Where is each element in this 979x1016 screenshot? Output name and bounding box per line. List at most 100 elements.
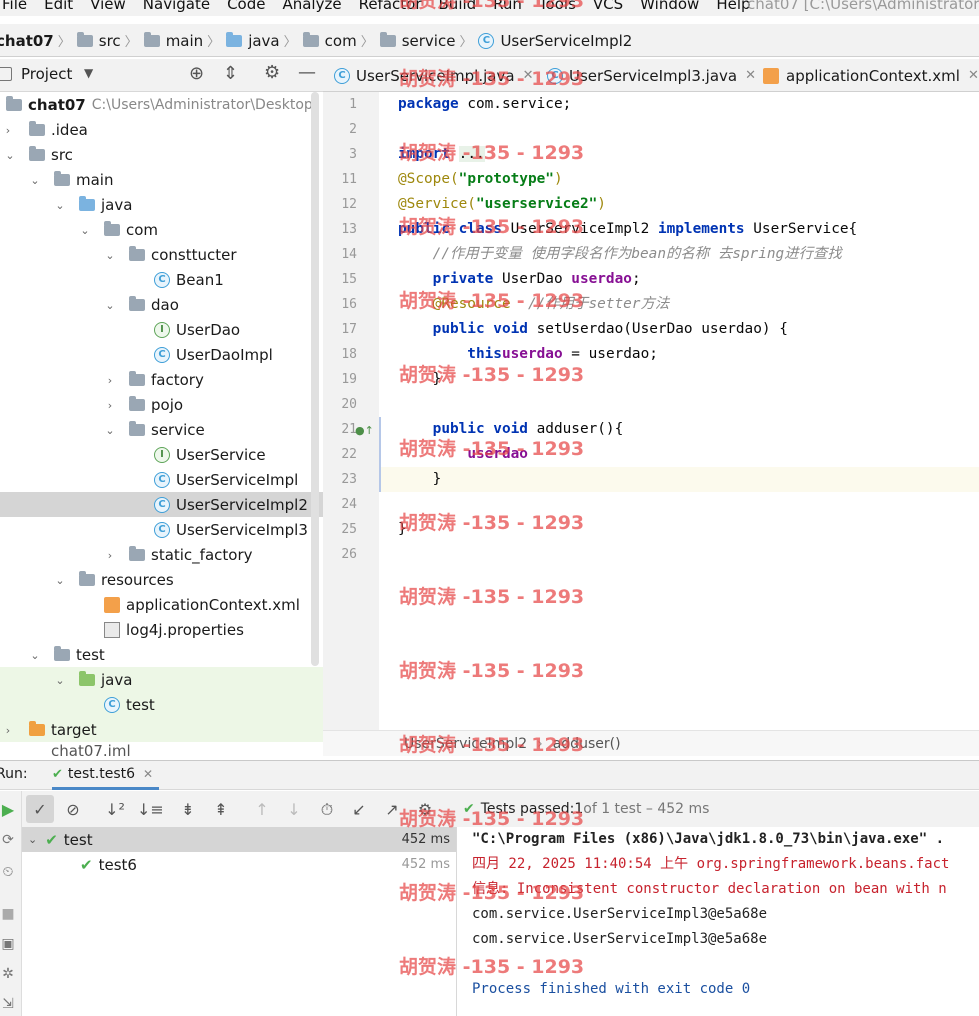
- gear-icon[interactable]: ⚙: [415, 800, 435, 819]
- chevron-down-icon[interactable]: ⌄: [104, 249, 116, 262]
- menu-tools[interactable]: Tools: [539, 0, 576, 13]
- chevron-down-icon[interactable]: ⌄: [4, 149, 16, 162]
- breadcrumb-java[interactable]: java: [248, 32, 279, 50]
- tab-userserviceimpl[interactable]: C UserServiceImpl.java ✕: [334, 59, 533, 92]
- rerun-failed-icon[interactable]: ⟳: [0, 832, 16, 848]
- sort-duration-icon[interactable]: ↓≡: [137, 800, 164, 819]
- menu-window[interactable]: Window: [640, 0, 699, 13]
- tree-item-main[interactable]: main: [54, 167, 113, 192]
- breadcrumb-project[interactable]: chat07: [0, 32, 54, 50]
- menu-run[interactable]: Run: [493, 0, 522, 13]
- tree-item-userservice[interactable]: I UserService: [154, 442, 266, 467]
- tree-item-service[interactable]: service: [129, 417, 205, 442]
- menu-refactor[interactable]: Refactor: [359, 0, 422, 13]
- chevron-down-icon[interactable]: ⌄: [54, 674, 66, 687]
- tree-item-idea[interactable]: .idea: [29, 117, 88, 142]
- chevron-right-icon[interactable]: ›: [104, 549, 116, 562]
- locate-icon[interactable]: ⊕: [189, 63, 204, 84]
- tree-item-test-class[interactable]: Ctest: [104, 692, 155, 717]
- menu-navigate[interactable]: Navigate: [143, 0, 210, 13]
- tree-item-static-factory[interactable]: static_factory: [129, 542, 253, 567]
- tree-item-applicationcontext[interactable]: applicationContext.xml: [104, 592, 300, 617]
- menu-help[interactable]: Help: [716, 0, 750, 13]
- stop-icon[interactable]: ■: [0, 906, 16, 922]
- tree-item-bean1[interactable]: C Bean1: [154, 267, 224, 292]
- import-tests-icon[interactable]: ↙: [349, 800, 369, 819]
- arrow-down-icon[interactable]: ↓: [284, 800, 304, 819]
- code-editor[interactable]: package com.service; import ... @Scope("…: [379, 92, 979, 734]
- check-icon[interactable]: ✓: [30, 800, 50, 819]
- tree-item-test[interactable]: test: [54, 642, 105, 667]
- menu-build[interactable]: Build: [439, 0, 477, 13]
- chevron-down-icon[interactable]: ⌄: [79, 224, 91, 237]
- tree-item-userserviceimpl2[interactable]: C UserServiceImpl2: [154, 492, 308, 517]
- chevron-down-icon[interactable]: ⌄: [28, 833, 37, 846]
- tree-item-userdaoimpl[interactable]: C UserDaoImpl: [154, 342, 273, 367]
- close-icon[interactable]: ✕: [523, 68, 534, 83]
- sort-alpha-icon[interactable]: ↓²: [105, 800, 125, 819]
- tab-applicationcontext[interactable]: applicationContext.xml ✕: [763, 59, 979, 92]
- tree-item-resources[interactable]: resources: [79, 567, 174, 592]
- chevron-down-icon[interactable]: ▼: [84, 66, 93, 80]
- tree-item-dao[interactable]: dao: [129, 292, 179, 317]
- gear-icon[interactable]: ⚙: [264, 62, 280, 83]
- show-ignored-icon[interactable]: ⊘: [63, 800, 83, 819]
- tree-item-userserviceimpl3[interactable]: C UserServiceImpl3: [154, 517, 308, 542]
- chevron-down-icon[interactable]: ⌄: [54, 574, 66, 587]
- test-suite-row[interactable]: ⌄ ✔ test 452 ms: [28, 827, 456, 852]
- tree-item-java[interactable]: java: [79, 192, 132, 217]
- pin-icon[interactable]: ⇲: [0, 996, 16, 1012]
- tree-item-com[interactable]: com: [104, 217, 158, 242]
- breadcrumb-class[interactable]: UserServiceImpl2: [500, 32, 632, 50]
- menu-view[interactable]: View: [90, 0, 126, 13]
- run-tab[interactable]: ✔ test.test6 ✕: [52, 761, 160, 790]
- chevron-right-icon[interactable]: ›: [2, 724, 14, 737]
- chevron-right-icon[interactable]: ›: [104, 374, 116, 387]
- breadcrumb-src[interactable]: src: [99, 32, 121, 50]
- menu-analyze[interactable]: Analyze: [282, 0, 341, 13]
- tree-item-factory[interactable]: factory: [129, 367, 204, 392]
- chevron-down-icon[interactable]: ⌄: [54, 199, 66, 212]
- breadcrumb-main[interactable]: main: [166, 32, 203, 50]
- collapse-all-icon[interactable]: ⇞: [211, 800, 231, 819]
- menu-code[interactable]: Code: [227, 0, 265, 13]
- rerun-icon[interactable]: ▶: [0, 800, 16, 819]
- tab-userserviceimpl3[interactable]: C UserServiceImpl3.java ✕: [547, 59, 756, 92]
- project-panel-title[interactable]: Project: [21, 65, 72, 83]
- tree-item-userserviceimpl[interactable]: C UserServiceImpl: [154, 467, 298, 492]
- chevron-down-icon[interactable]: ⌄: [104, 424, 116, 437]
- tree-item-test-java[interactable]: java: [79, 667, 132, 692]
- collapse-all-icon[interactable]: ⇕: [223, 63, 238, 84]
- editor-crumb-class[interactable]: UserServiceImpl2: [404, 736, 527, 752]
- tree-item-iml[interactable]: chat07.iml: [29, 742, 131, 756]
- tree-item-log4j[interactable]: log4j.properties: [104, 617, 244, 642]
- editor-crumb-method[interactable]: adduser(): [553, 736, 621, 752]
- tree-item-target[interactable]: target: [29, 717, 97, 742]
- chevron-down-icon[interactable]: ⌄: [104, 299, 116, 312]
- test-case-row[interactable]: ✔ test6 452 ms: [80, 852, 456, 877]
- tree-scrollbar[interactable]: [311, 92, 319, 666]
- tree-item-userdao[interactable]: I UserDao: [154, 317, 240, 342]
- implements-marker-icon[interactable]: ●↑: [355, 424, 374, 437]
- toggle-autotest-icon[interactable]: ⏲: [0, 864, 16, 880]
- chevron-down-icon[interactable]: ⌄: [29, 649, 41, 662]
- close-icon[interactable]: ✕: [745, 68, 756, 83]
- close-icon[interactable]: ✕: [968, 68, 979, 83]
- export-tests-icon[interactable]: ↗: [382, 800, 402, 819]
- tree-item-project[interactable]: chat07 C:\Users\Administrator\Desktop\: [0, 92, 318, 117]
- menu-edit[interactable]: Edit: [44, 0, 73, 13]
- tree-item-consttucter[interactable]: consttucter: [129, 242, 237, 267]
- console-output[interactable]: "C:\Program Files (x86)\Java\jdk1.8.0_73…: [457, 827, 979, 1016]
- camera-icon[interactable]: ▣: [0, 936, 16, 952]
- menu-file[interactable]: File: [2, 0, 27, 13]
- tree-item-pojo[interactable]: pojo: [129, 392, 183, 417]
- expand-all-icon[interactable]: ⇟: [178, 800, 198, 819]
- settings-icon[interactable]: ✲: [0, 966, 16, 982]
- chevron-right-icon[interactable]: ›: [2, 124, 14, 137]
- close-icon[interactable]: ✕: [143, 767, 153, 781]
- chevron-down-icon[interactable]: ⌄: [29, 174, 41, 187]
- breadcrumb-service[interactable]: service: [402, 32, 456, 50]
- arrow-up-icon[interactable]: ↑: [252, 800, 272, 819]
- breadcrumb-com[interactable]: com: [325, 32, 357, 50]
- minimize-icon[interactable]: —: [298, 62, 316, 83]
